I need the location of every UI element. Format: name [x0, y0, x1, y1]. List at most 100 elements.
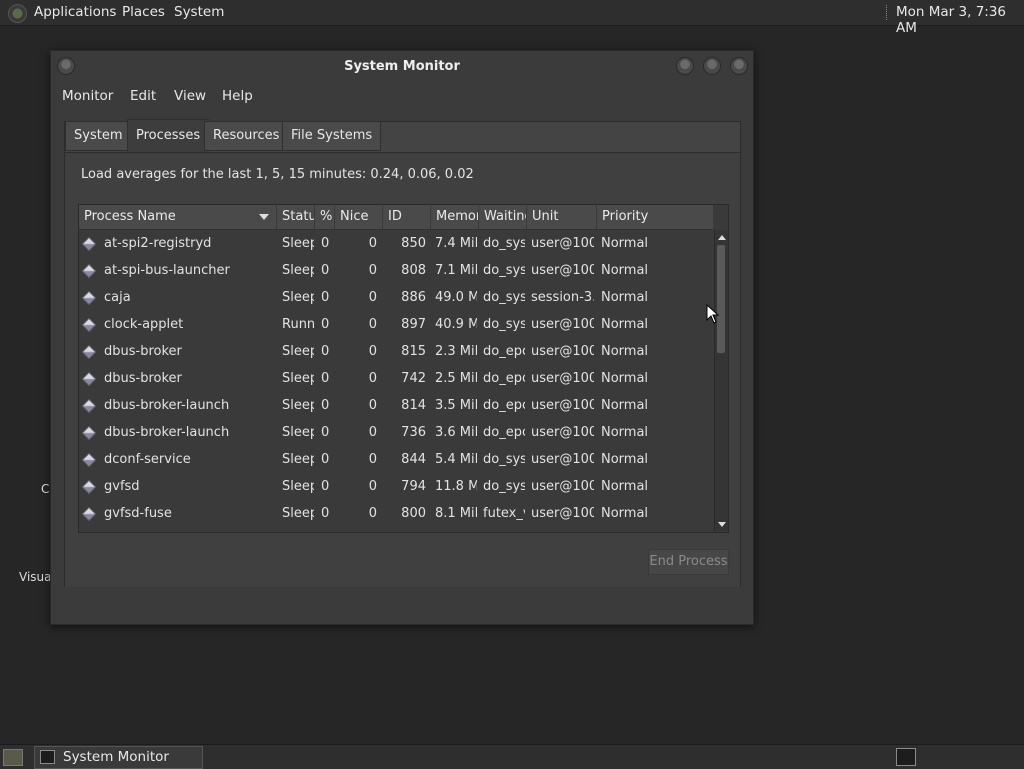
- cell-waiting: do_epo: [483, 425, 525, 440]
- cell-nice: 0: [368, 236, 377, 251]
- process-icon: [81, 317, 97, 333]
- cell-process-name: gvfsd-fuse: [104, 506, 172, 521]
- cell-process-name: dbus-broker-launch: [104, 425, 230, 440]
- cell-cpu: 0: [321, 344, 330, 359]
- cell-unit: user@100: [531, 398, 594, 413]
- load-averages: Load averages for the last 1, 5, 15 minu…: [81, 167, 474, 182]
- cell-nice: 0: [368, 452, 377, 467]
- column-unit[interactable]: Unit: [527, 205, 597, 229]
- cell-memory: 11.8 Mi: [435, 479, 477, 494]
- cell-waiting: do_sys: [483, 479, 525, 494]
- table-row[interactable]: dconf-service Sleep 0 0 844 5.4 MiB do_sys user…: [79, 446, 713, 473]
- tab-system[interactable]: System: [65, 121, 132, 151]
- system-monitor-applet-icon[interactable]: [896, 748, 916, 766]
- applications-menu[interactable]: Applications: [34, 4, 116, 20]
- mouse-pointer-icon: [706, 304, 720, 324]
- cell-cpu: 0: [321, 371, 330, 386]
- panel-separator: [886, 5, 890, 20]
- cell-unit: user@100: [531, 371, 594, 386]
- cell-waiting: do_sys: [483, 317, 525, 332]
- table-row[interactable]: dbus-broker Sleep 0 0 815 2.3 MiB do_epo user@1…: [79, 338, 713, 365]
- column-nice[interactable]: Nice: [335, 205, 383, 229]
- notebook: System Processes Resources File Systems …: [64, 119, 741, 587]
- cell-process-name: dconf-service: [104, 452, 191, 467]
- system-menu[interactable]: System: [174, 4, 224, 20]
- cell-status: Runn: [282, 317, 314, 332]
- process-icon: [81, 452, 97, 468]
- cell-cpu: 0: [321, 290, 330, 305]
- column-id[interactable]: ID: [383, 205, 431, 229]
- menu-edit[interactable]: Edit: [130, 88, 156, 104]
- column-label: Process Name: [84, 209, 176, 224]
- scroll-down-icon[interactable]: [718, 522, 726, 527]
- scrollbar-thumb[interactable]: [717, 245, 725, 353]
- cell-status: Sleep: [282, 263, 314, 278]
- cell-nice: 0: [368, 506, 377, 521]
- cell-id: 742: [401, 371, 426, 386]
- column-waiting[interactable]: Waiting: [479, 205, 527, 229]
- table-row[interactable]: gvfsd Sleep 0 0 794 11.8 Mi do_sys user@100 Norm…: [79, 473, 713, 500]
- menu-monitor[interactable]: Monitor: [62, 88, 113, 104]
- menubar: Monitor Edit View Help: [51, 85, 753, 107]
- cell-unit: user@100: [531, 317, 594, 332]
- close-button[interactable]: [730, 57, 748, 75]
- places-menu[interactable]: Places: [122, 4, 165, 20]
- cell-nice: 0: [368, 317, 377, 332]
- menu-view[interactable]: View: [174, 88, 206, 104]
- cell-waiting: do_sys: [483, 236, 525, 251]
- process-icon: [81, 506, 97, 522]
- mate-logo-icon[interactable]: [8, 4, 27, 23]
- table-row[interactable]: dbus-broker-launch Sleep 0 0 736 3.6 MiB do_ep…: [79, 419, 713, 446]
- vertical-scrollbar[interactable]: [714, 230, 728, 531]
- desktop-icon-label[interactable]: Visua: [19, 570, 52, 584]
- cell-id: 794: [401, 479, 426, 494]
- cell-unit: user@100: [531, 344, 594, 359]
- menu-help[interactable]: Help: [222, 88, 253, 104]
- scroll-up-icon[interactable]: [718, 235, 726, 240]
- table-row[interactable]: at-spi2-registryd Sleep 0 0 850 7.4 MiB do_sys…: [79, 230, 713, 257]
- sort-descending-icon: [259, 214, 269, 220]
- top-panel: Applications Places System Mon Mar 3, 7:…: [0, 0, 1024, 36]
- titlebar[interactable]: System Monitor: [51, 51, 753, 81]
- table-row[interactable]: caja Sleep 0 0 886 49.0 M do_sys session-3. Norm…: [79, 284, 713, 311]
- end-process-button[interactable]: End Process: [648, 549, 729, 575]
- table-header: Process Name Statu % Nice ID Memor Waiti…: [79, 205, 713, 230]
- table-row[interactable]: at-spi-bus-launcher Sleep 0 0 808 7.1 MiB do_s…: [79, 257, 713, 284]
- cell-status: Sleep: [282, 452, 314, 467]
- column-cpu[interactable]: %: [315, 205, 335, 229]
- cell-cpu: 0: [321, 398, 330, 413]
- cell-cpu: 0: [321, 479, 330, 494]
- table-row[interactable]: dbus-broker-launch Sleep 0 0 814 3.5 MiB do_ep…: [79, 392, 713, 419]
- cell-nice: 0: [368, 479, 377, 494]
- minimize-button[interactable]: [676, 57, 694, 75]
- cell-priority: Normal: [601, 452, 649, 467]
- cell-waiting: do_sys: [483, 263, 525, 278]
- column-status[interactable]: Statu: [277, 205, 315, 229]
- cell-waiting: do_sys: [483, 290, 525, 305]
- table-row[interactable]: dbus-broker Sleep 0 0 742 2.5 MiB do_epo user@1…: [79, 365, 713, 392]
- cell-process-name: dbus-broker: [104, 344, 182, 359]
- cell-unit: session-3.: [531, 290, 594, 305]
- cell-nice: 0: [368, 371, 377, 386]
- bottom-panel: System Monitor: [0, 744, 1024, 769]
- cell-cpu: 0: [321, 317, 330, 332]
- taskbar-item-system-monitor[interactable]: System Monitor: [34, 746, 203, 769]
- maximize-button[interactable]: [703, 57, 721, 75]
- cell-memory: 8.1 MiB: [435, 506, 477, 521]
- column-priority[interactable]: Priority: [597, 205, 713, 229]
- desktop-icon-label[interactable]: C: [41, 482, 49, 496]
- tab-resources[interactable]: Resources: [204, 121, 289, 151]
- system-monitor-window: System Monitor Monitor Edit View Help Sy…: [50, 50, 754, 625]
- column-memory[interactable]: Memor: [431, 205, 479, 229]
- clock[interactable]: Mon Mar 3, 7:36 AM: [896, 4, 1024, 36]
- tab-file-systems[interactable]: File Systems: [282, 121, 382, 151]
- column-process-name[interactable]: Process Name: [79, 205, 277, 229]
- table-row[interactable]: clock-applet Runn 0 0 897 40.9 M do_sys user@10…: [79, 311, 713, 338]
- tab-processes[interactable]: Processes: [127, 119, 210, 152]
- table-row[interactable]: gvfsd-fuse Sleep 0 0 800 8.1 MiB futex_v user@1…: [79, 500, 713, 527]
- process-icon: [81, 344, 97, 360]
- cell-priority: Normal: [601, 344, 649, 359]
- cell-process-name: at-spi2-registryd: [104, 236, 212, 251]
- process-icon: [81, 263, 97, 279]
- show-desktop-icon[interactable]: [3, 749, 23, 766]
